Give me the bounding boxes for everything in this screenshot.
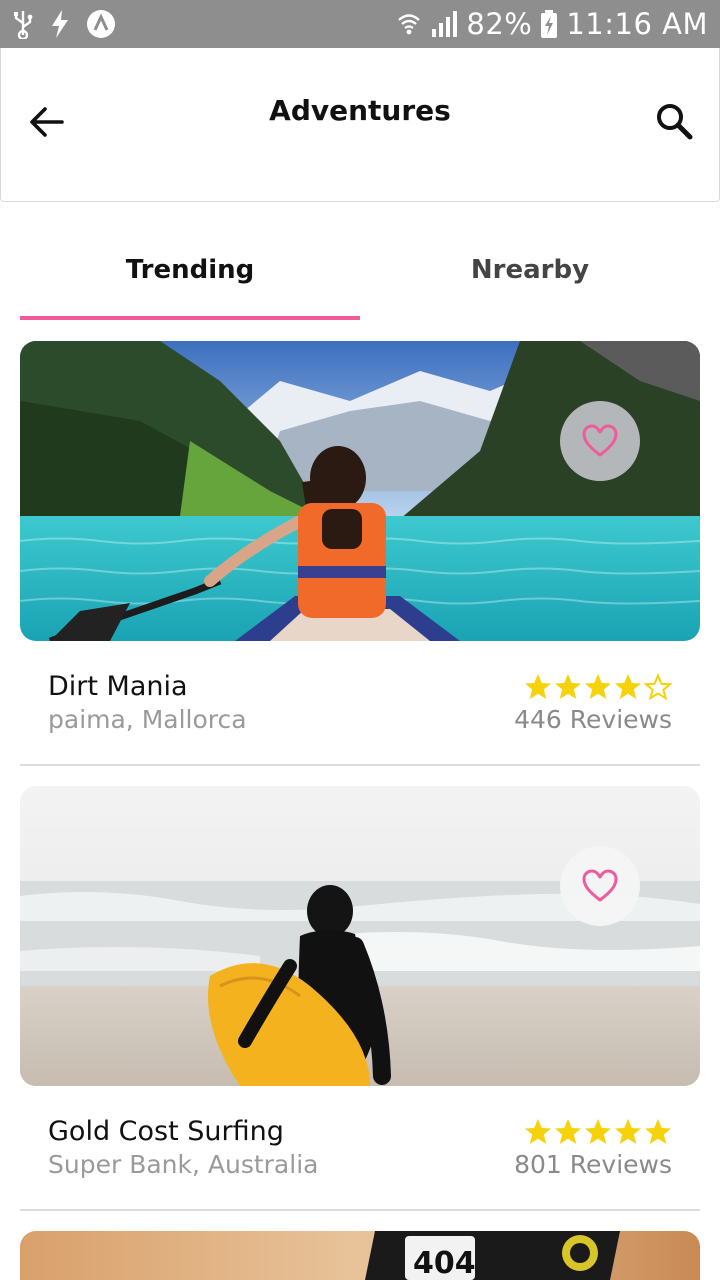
tab-trending[interactable]: Trending	[20, 238, 360, 302]
star-rating	[524, 1118, 672, 1146]
dirt-bike-image[interactable]: 404	[20, 1231, 700, 1280]
heart-icon	[582, 869, 618, 902]
active-tab-indicator	[20, 316, 360, 320]
star-filled-icon	[585, 674, 611, 699]
star-outline-icon	[644, 673, 672, 701]
signal-icon	[430, 9, 458, 39]
status-right-icons: 82% 11:16 AM	[396, 7, 708, 41]
status-bar: 82% 11:16 AM	[0, 0, 720, 48]
search-icon	[657, 104, 693, 140]
favorite-button[interactable]	[560, 401, 640, 481]
tab-bar: Trending Nrearby	[20, 238, 700, 322]
star-filled-icon	[645, 1119, 671, 1144]
clock: 11:16 AM	[566, 7, 708, 41]
card-location: Super Bank, Australia	[48, 1150, 319, 1179]
adventure-card[interactable]: Dirt Mania paima, Mallorca 446 Reviews	[20, 341, 700, 766]
star-filled-icon	[555, 1119, 581, 1144]
card-location: paima, Mallorca	[48, 705, 247, 734]
star-filled-icon	[525, 1119, 551, 1144]
star-filled-icon	[615, 674, 641, 699]
review-count: 446 Reviews	[514, 705, 672, 734]
star-filled-icon	[525, 674, 551, 699]
star-filled-icon	[585, 1119, 611, 1144]
battery-percent: 82%	[466, 7, 533, 41]
status-left-icons	[12, 9, 116, 39]
page-title: Adventures	[269, 94, 451, 127]
svg-text:404: 404	[413, 1246, 476, 1280]
flash-icon	[50, 9, 70, 39]
surfer-beach-image[interactable]	[20, 786, 700, 1086]
star-filled-icon	[615, 1119, 641, 1144]
app-notification-icon	[86, 9, 116, 39]
favorite-button[interactable]	[560, 846, 640, 926]
usb-icon	[12, 9, 34, 39]
adventure-card[interactable]: Gold Cost Surfing Super Bank, Australia …	[20, 786, 700, 1211]
divider	[20, 1209, 700, 1211]
divider	[20, 764, 700, 766]
tab-nearby[interactable]: Nrearby	[360, 238, 700, 302]
star-rating	[524, 673, 672, 701]
app-bar: Adventures	[0, 48, 720, 202]
battery-charging-icon	[540, 9, 558, 39]
heart-icon	[582, 424, 618, 457]
kayak-lake-image[interactable]	[20, 341, 700, 641]
search-button[interactable]	[651, 98, 697, 144]
card-title: Gold Cost Surfing	[48, 1116, 284, 1147]
star-filled-icon	[555, 674, 581, 699]
card-title: Dirt Mania	[48, 671, 188, 702]
review-count: 801 Reviews	[514, 1150, 672, 1179]
wifi-icon	[396, 9, 422, 39]
adventure-card[interactable]: 404	[20, 1231, 700, 1280]
